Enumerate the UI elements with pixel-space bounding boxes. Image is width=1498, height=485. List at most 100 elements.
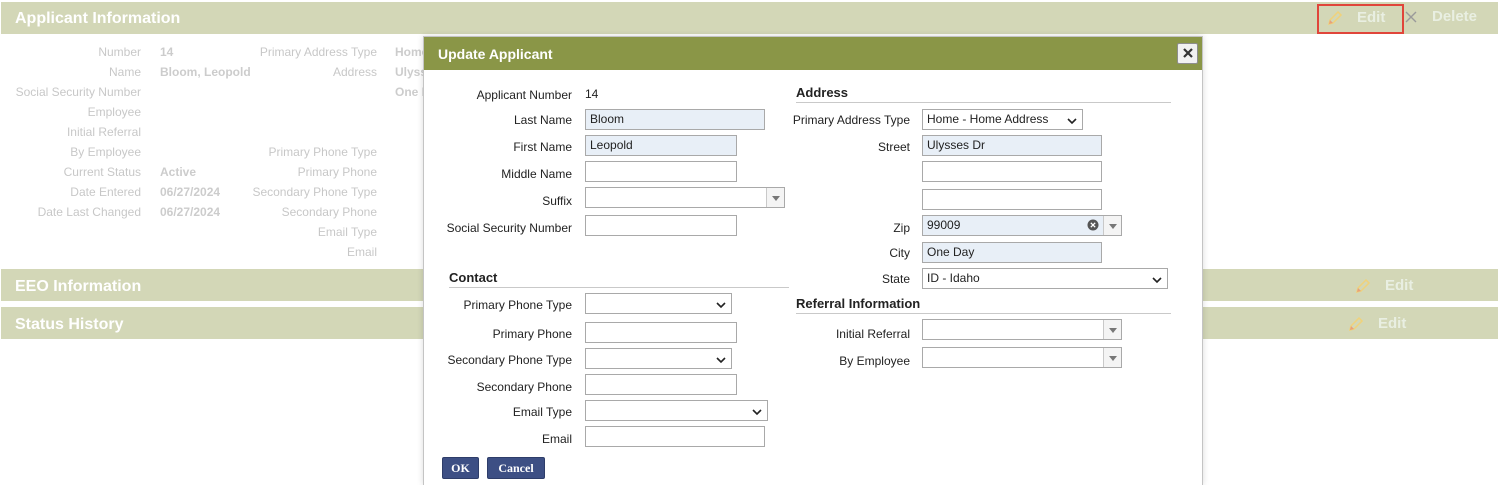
triangle-down-icon: [771, 190, 780, 205]
city-label: City: [889, 246, 910, 260]
close-icon: [1182, 46, 1194, 62]
pencil-icon: [1355, 278, 1371, 294]
state-value: ID - Idaho: [927, 271, 980, 285]
bg-label: By Employee: [70, 145, 141, 159]
dialog-close-button[interactable]: [1177, 43, 1198, 64]
city-input[interactable]: One Day: [922, 242, 1102, 263]
last-name-input[interactable]: Bloom: [585, 109, 765, 130]
bg-label: Name: [108, 65, 141, 79]
street-line1-input[interactable]: Ulysses Dr: [922, 135, 1102, 156]
ok-button[interactable]: OK: [442, 457, 479, 479]
applicant-number-label: Applicant Number: [476, 88, 572, 102]
zip-label: Zip: [893, 221, 910, 235]
secondary-phone-type-select[interactable]: [585, 348, 732, 369]
edit-highlight-box: [1317, 4, 1404, 34]
primary-phone-input[interactable]: [585, 322, 737, 343]
primary-phone-type-select[interactable]: [585, 293, 732, 314]
bg-label: Initial Referral: [66, 125, 141, 139]
suffix-dropdown-button[interactable]: [766, 188, 784, 207]
first-name-input[interactable]: Leopold: [585, 135, 737, 156]
first-name-label: First Name: [513, 140, 572, 154]
zip-value: 99009: [927, 218, 961, 232]
cancel-button[interactable]: Cancel: [487, 457, 545, 479]
triangle-down-icon: [1108, 218, 1117, 233]
primary-address-type-select[interactable]: Home - Home Address: [922, 109, 1083, 130]
street-line3-input[interactable]: [922, 189, 1102, 210]
update-applicant-dialog: Update Applicant Applicant Number 14 Las…: [423, 36, 1203, 485]
ssn-input[interactable]: [585, 215, 737, 236]
bg-label: Current Status: [63, 165, 141, 179]
suffix-label: Suffix: [542, 194, 572, 208]
primary-address-type-value: Home - Home Address: [927, 112, 1049, 126]
clear-circle-icon[interactable]: [1087, 219, 1099, 235]
bg-value: Active: [160, 165, 197, 179]
initial-referral-dropdown-button[interactable]: [1103, 320, 1121, 339]
edit-label: Edit: [1378, 315, 1407, 332]
status-edit-button[interactable]: Edit: [1348, 315, 1406, 332]
zip-combo[interactable]: 99009: [922, 215, 1122, 236]
chevron-down-icon: [716, 298, 726, 313]
suffix-combo[interactable]: [585, 187, 785, 208]
secondary-phone-input[interactable]: [585, 374, 737, 395]
bg-value: Home: [395, 45, 423, 59]
secondary-phone-label: Secondary Phone: [476, 380, 572, 394]
bg-label: Secondary Phone: [281, 205, 377, 219]
bg-label: Email: [346, 245, 377, 259]
edit-label: Edit: [1385, 277, 1414, 294]
referral-section-title: Referral Information: [796, 296, 1171, 314]
by-employee-dropdown-button[interactable]: [1103, 348, 1121, 367]
bg-label: Address: [332, 65, 377, 79]
section-title: Status History: [15, 316, 124, 333]
chevron-down-icon: [716, 353, 726, 368]
contact-section-title: Contact: [449, 270, 789, 288]
chevron-down-icon: [1152, 273, 1162, 288]
applicant-delete-button[interactable]: Delete: [1404, 8, 1477, 25]
dialog-header: Update Applicant: [424, 37, 1202, 70]
middle-name-label: Middle Name: [501, 167, 572, 181]
dialog-title: Update Applicant: [438, 46, 553, 62]
bg-label: Email Type: [317, 225, 377, 239]
bg-value: 06/27/2024: [160, 185, 221, 199]
primary-address-type-label: Primary Address Type: [792, 113, 910, 127]
bg-label: Primary Phone Type: [268, 145, 378, 159]
bg-value: One D: [395, 85, 423, 99]
bg-label: Date Last Changed: [37, 205, 141, 219]
applicant-number-value: 14: [585, 87, 599, 101]
eeo-edit-button[interactable]: Edit: [1355, 277, 1413, 294]
last-name-label: Last Name: [513, 113, 572, 127]
triangle-down-icon: [1108, 350, 1117, 365]
email-type-label: Email Type: [512, 405, 572, 419]
bg-label: Date Entered: [70, 185, 141, 199]
street-line2-input[interactable]: [922, 161, 1102, 182]
initial-referral-label: Initial Referral: [835, 327, 910, 341]
bg-label: Secondary Phone Type: [252, 185, 377, 199]
bg-value: Bloom, Leopold: [160, 65, 251, 79]
email-type-select[interactable]: [585, 400, 768, 421]
chevron-down-icon: [1067, 114, 1077, 129]
chevron-down-icon: [752, 405, 762, 420]
bg-label: Number: [98, 45, 141, 59]
street-label: Street: [877, 140, 910, 154]
pencil-icon: [1348, 316, 1364, 332]
bg-value: Ulyss: [395, 65, 423, 79]
close-icon: [1404, 10, 1418, 24]
section-title: EEO Information: [15, 278, 142, 295]
by-employee-label: By Employee: [839, 354, 910, 368]
state-select[interactable]: ID - Idaho: [922, 268, 1168, 289]
bg-value: 14: [160, 45, 174, 59]
applicant-info-header: Applicant Information: [1, 2, 1498, 34]
primary-phone-label: Primary Phone: [492, 327, 572, 341]
by-employee-combo[interactable]: [922, 347, 1122, 368]
middle-name-input[interactable]: [585, 161, 737, 182]
triangle-down-icon: [1108, 322, 1117, 337]
bg-label: Primary Phone: [297, 165, 377, 179]
initial-referral-combo[interactable]: [922, 319, 1122, 340]
bg-label: Social Security Number: [15, 85, 141, 99]
primary-phone-type-label: Primary Phone Type: [463, 298, 573, 312]
section-title: Applicant Information: [15, 10, 181, 27]
email-input[interactable]: [585, 426, 765, 447]
address-section-title: Address: [796, 85, 1171, 103]
secondary-phone-type-label: Secondary Phone Type: [447, 353, 572, 367]
ssn-label: Social Security Number: [446, 221, 572, 235]
zip-dropdown-button[interactable]: [1103, 216, 1121, 235]
